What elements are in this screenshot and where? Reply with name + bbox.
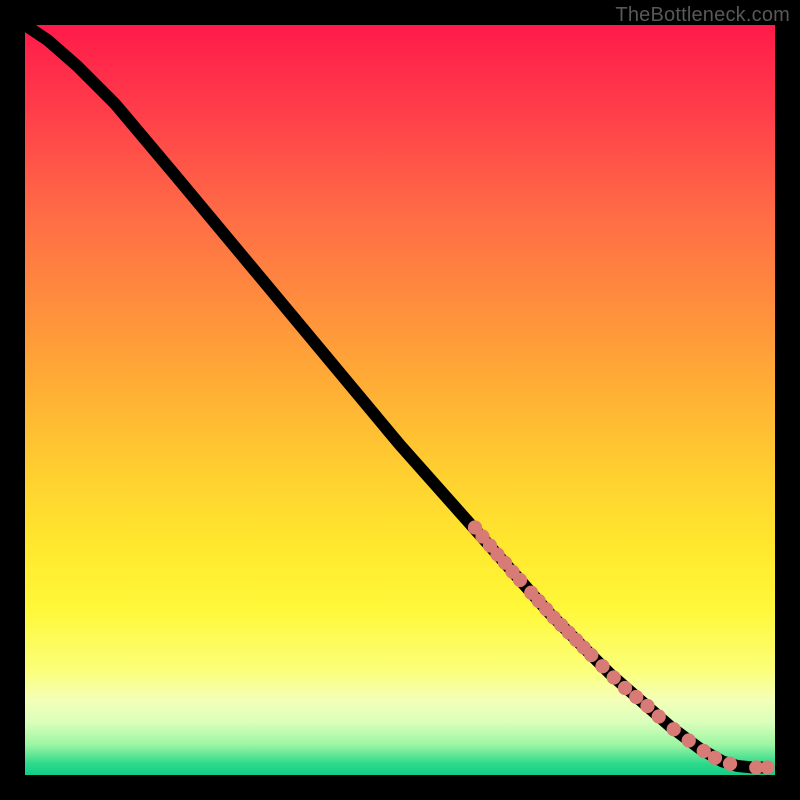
data-marker (682, 733, 696, 747)
chart-overlay (25, 25, 775, 775)
attribution-watermark: TheBottleneck.com (615, 4, 790, 27)
data-marker (652, 709, 666, 723)
data-marker (723, 757, 737, 771)
data-marker (629, 690, 643, 704)
chart-stage: TheBottleneck.com (0, 0, 800, 800)
data-marker (708, 751, 722, 765)
data-marker (513, 573, 527, 587)
data-marker (584, 648, 598, 662)
data-marker (667, 722, 681, 736)
data-marker (595, 659, 609, 673)
data-marker (607, 670, 621, 684)
data-marker (760, 760, 774, 774)
data-markers (468, 520, 775, 774)
data-marker (640, 699, 654, 713)
bottleneck-curve (25, 25, 768, 768)
data-marker (618, 681, 632, 695)
